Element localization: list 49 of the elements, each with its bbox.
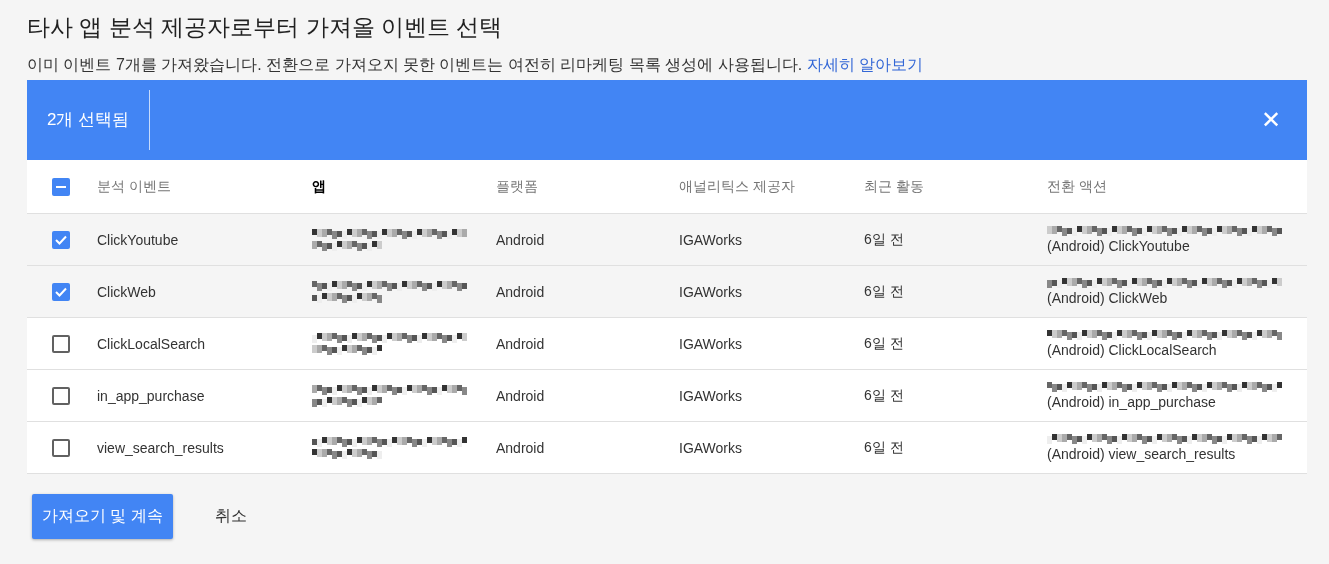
- table-cell-text: in_app_purchase: [97, 387, 206, 404]
- checkbox[interactable]: [52, 177, 70, 196]
- learn-more-link[interactable]: 자세히 알아보기: [806, 56, 924, 73]
- table-cell-text: ClickYoutube: [97, 231, 180, 248]
- table-cell-text: (Android) ClickLocalSearch: [1047, 341, 1218, 358]
- table-cell-text: Android: [496, 283, 546, 300]
- table-cell-text: IGAWorks: [679, 335, 743, 352]
- column-header: 최근 활동: [864, 177, 925, 196]
- table-cell-text: Android: [496, 231, 546, 248]
- checkbox[interactable]: [52, 438, 70, 457]
- checkbox[interactable]: [52, 386, 70, 405]
- close-button[interactable]: ✕: [1255, 105, 1287, 135]
- table-cell-text: ClickWeb: [97, 283, 157, 300]
- check-icon: [55, 286, 67, 297]
- table-cell-text: Android: [496, 439, 546, 456]
- table-cell-text: 6일 전: [864, 282, 905, 301]
- selection-count: 2개 선택됨: [27, 90, 151, 150]
- import-button[interactable]: 가져오기 및 계속: [32, 494, 173, 539]
- table-cell-text: (Android) ClickYoutube: [1047, 237, 1191, 254]
- minus-icon: [56, 185, 66, 188]
- table-cell-text: Android: [496, 387, 546, 404]
- table-cell-text: 6일 전: [864, 438, 905, 457]
- checkbox[interactable]: [52, 334, 70, 353]
- column-header: 플랫폼: [496, 177, 539, 196]
- table-cell-text: 6일 전: [864, 230, 905, 249]
- table-cell-text: (Android) ClickWeb: [1047, 289, 1169, 306]
- table-cell-text: view_search_results: [97, 439, 225, 456]
- table-cell-text: (Android) view_search_results: [1047, 445, 1237, 462]
- table-cell-text: (Android) in_app_purchase: [1047, 393, 1217, 410]
- table-cell-text: 6일 전: [864, 386, 905, 405]
- checkbox[interactable]: [52, 282, 70, 301]
- check-icon: [55, 234, 67, 245]
- table-cell-text: ClickLocalSearch: [97, 335, 207, 352]
- column-header: 전환 액션: [1047, 177, 1108, 196]
- table-cell-text: IGAWorks: [679, 387, 743, 404]
- table-cell-text: IGAWorks: [679, 283, 743, 300]
- table-row[interactable]: ClickWeb Android IGAWorks 6일 전 (Android) ClickWeb: [27, 266, 1307, 318]
- page-title: 타사 앱 분석 제공자로부터 가져올 이벤트 선택: [27, 13, 504, 42]
- table-cell-text: IGAWorks: [679, 231, 743, 248]
- table-cell-text: 6일 전: [864, 334, 905, 353]
- table-cell-text: IGAWorks: [679, 439, 743, 456]
- cancel-button[interactable]: 취소: [204, 494, 257, 539]
- table-cell-text: Android: [496, 335, 546, 352]
- table-row[interactable]: ClickYoutube Android IGAWorks 6일 전 (Android) ClickYoutube: [27, 214, 1307, 266]
- column-header: 애널리틱스 제공자: [679, 177, 796, 196]
- description-text: 이미 이벤트 7개를 가져왔습니다. 전환으로 가져오지 못한 이벤트는 여전히 리마케팅 목록 생성에 사용됩니다. 자세히 알아보기: [27, 55, 925, 75]
- checkbox[interactable]: [52, 230, 70, 249]
- column-header: 분석 이벤트: [97, 177, 172, 196]
- column-header: 앱: [312, 177, 327, 196]
